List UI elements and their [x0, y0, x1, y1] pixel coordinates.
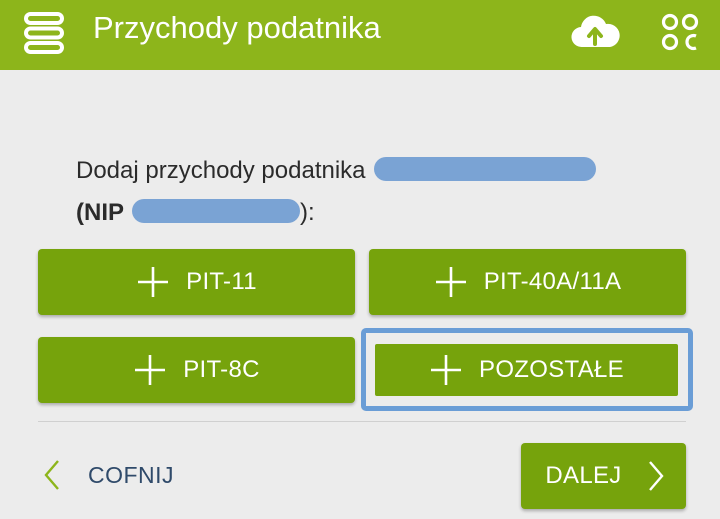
divider	[38, 421, 686, 422]
instruction-text: Dodaj przychody podatnika (NIP):	[76, 150, 676, 234]
apps-grid-icon[interactable]	[660, 12, 700, 52]
plus-icon	[135, 355, 166, 385]
prompt-close: ):	[300, 199, 315, 226]
redacted-name	[374, 157, 597, 181]
plus-icon	[435, 267, 466, 297]
cloud-upload-icon[interactable]	[570, 14, 620, 50]
prompt-line1: Dodaj przychody podatnika	[76, 157, 366, 184]
add-other-label: POZOSTAŁE	[479, 356, 624, 383]
next-label: DALEJ	[545, 462, 622, 489]
add-pit8c-button[interactable]: PIT-8C	[38, 337, 355, 403]
add-pit40-button[interactable]: PIT-40A/11A	[369, 249, 686, 315]
menu-stack-icon[interactable]	[20, 11, 70, 55]
add-pit11-label: PIT-11	[186, 268, 257, 295]
add-other-button[interactable]: POZOSTAŁE	[375, 344, 678, 396]
add-pit8c-label: PIT-8C	[183, 356, 260, 383]
chevron-right-icon	[648, 461, 664, 491]
plus-icon	[138, 267, 169, 297]
add-pit40-label: PIT-40A/11A	[483, 268, 622, 295]
redacted-nip	[132, 199, 300, 223]
plus-icon	[431, 355, 462, 385]
top-app-bar: Przychody podatnika	[0, 0, 720, 70]
chevron-left-icon	[44, 460, 59, 490]
add-pit11-button[interactable]: PIT-11	[38, 249, 355, 315]
nip-label: (NIP	[76, 199, 124, 226]
page-title: Przychody podatnika	[93, 10, 381, 45]
back-button[interactable]: COFNIJ	[42, 455, 174, 495]
back-label: COFNIJ	[88, 461, 175, 488]
next-button[interactable]: DALEJ	[521, 443, 686, 509]
